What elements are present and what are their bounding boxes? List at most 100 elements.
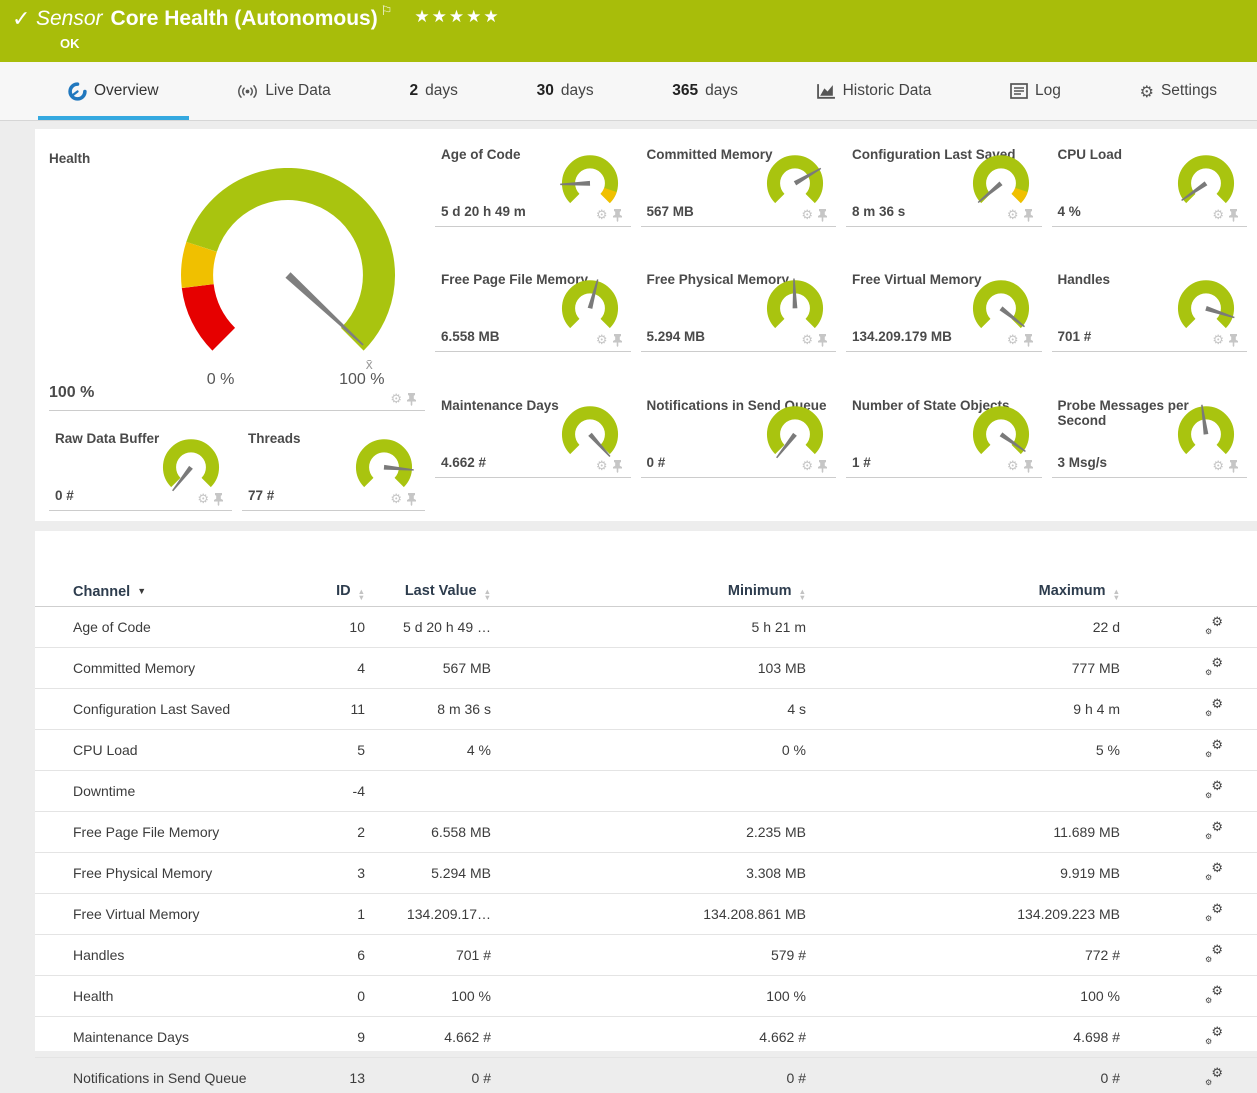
pin-icon[interactable] xyxy=(1023,460,1034,473)
gear-icon[interactable]: ⚙ xyxy=(1212,334,1224,347)
tab-count: 30 xyxy=(537,82,554,100)
sort-icon: ▲▼ xyxy=(799,589,806,600)
channel-settings-icon[interactable]: ⚙⚙ xyxy=(1205,617,1223,635)
cell-id: 11 xyxy=(313,701,365,717)
gear-icon[interactable]: ⚙ xyxy=(390,493,402,506)
tab-live-data[interactable]: Live Data xyxy=(207,62,360,120)
pin-icon[interactable] xyxy=(406,393,417,406)
gauge-tile-notifications-in-send-queue: Notifications in Send Queue 0 # ⚙ xyxy=(641,386,837,478)
pin-icon[interactable] xyxy=(612,209,623,222)
cell-id: 9 xyxy=(313,1029,365,1045)
gear-icon[interactable]: ⚙ xyxy=(801,209,813,222)
column-header-maximum[interactable]: Maximum▲▼ xyxy=(806,583,1120,600)
channel-settings-icon[interactable]: ⚙⚙ xyxy=(1205,945,1223,963)
table-row: Age of Code 10 5 d 20 h 49 … 5 h 21 m 22… xyxy=(35,607,1257,648)
gear-icon[interactable]: ⚙ xyxy=(1212,460,1224,473)
cell-id: 13 xyxy=(313,1070,365,1086)
gauge-value: 1 # xyxy=(852,455,871,470)
cell-maximum: 777 MB xyxy=(806,660,1120,676)
gear-icon[interactable]: ⚙ xyxy=(1007,334,1019,347)
gear-icon[interactable]: ⚙ xyxy=(596,209,608,222)
tab-count: 365 xyxy=(672,82,698,100)
pin-icon[interactable] xyxy=(1228,209,1239,222)
gear-icon: ⚙ xyxy=(1140,82,1154,101)
status-check-icon: ✓ xyxy=(12,6,30,32)
column-header-minimum[interactable]: Minimum▲▼ xyxy=(491,583,806,600)
channels-table: Channel▼ID▲▼Last Value▲▼Minimum▲▼Maximum… xyxy=(35,531,1257,1051)
cell-minimum: 100 % xyxy=(491,988,806,1004)
pin-icon[interactable] xyxy=(213,493,224,506)
gear-icon[interactable]: ⚙ xyxy=(801,334,813,347)
tab-historic-data[interactable]: Historic Data xyxy=(787,62,962,120)
column-header-channel[interactable]: Channel▼ xyxy=(73,584,313,600)
gauge-tile-age-of-code: Age of Code 5 d 20 h 49 m ⚙ xyxy=(435,135,631,227)
pin-icon[interactable] xyxy=(817,334,828,347)
tab-2-days[interactable]: 2 days xyxy=(380,62,488,120)
cell-last-value: 100 % xyxy=(365,988,491,1004)
mini-gauge xyxy=(758,276,832,343)
cell-channel: Free Virtual Memory xyxy=(73,906,313,922)
gauge-tile-handles: Handles 701 # ⚙ xyxy=(1052,260,1248,352)
cell-minimum: 103 MB xyxy=(491,660,806,676)
mini-gauge xyxy=(1169,151,1243,218)
pin-icon[interactable] xyxy=(1228,334,1239,347)
pin-icon[interactable] xyxy=(406,493,417,506)
gauge-needle xyxy=(285,272,365,348)
tab-log[interactable]: Log xyxy=(980,62,1091,120)
gear-icon[interactable]: ⚙ xyxy=(390,393,402,406)
sort-icon: ▲▼ xyxy=(1113,589,1120,600)
gauge-tile-committed-memory: Committed Memory 567 MB ⚙ xyxy=(641,135,837,227)
pin-icon[interactable] xyxy=(817,209,828,222)
channel-settings-icon[interactable]: ⚙⚙ xyxy=(1205,1027,1223,1045)
table-row: Free Physical Memory 3 5.294 MB 3.308 MB… xyxy=(35,853,1257,894)
pin-icon[interactable] xyxy=(817,460,828,473)
gear-icon[interactable]: ⚙ xyxy=(596,334,608,347)
gauge-min-label: 0 % xyxy=(207,370,235,388)
channel-settings-icon[interactable]: ⚙⚙ xyxy=(1205,863,1223,881)
channel-settings-icon[interactable]: ⚙⚙ xyxy=(1205,986,1223,1004)
cell-last-value: 4 % xyxy=(365,742,491,758)
gauge-value: 5.294 MB xyxy=(647,329,706,344)
cell-minimum: 2.235 MB xyxy=(491,824,806,840)
gear-icon[interactable]: ⚙ xyxy=(1007,209,1019,222)
cell-channel: Notifications in Send Queue xyxy=(73,1070,313,1086)
gauge-max-label: 100 % xyxy=(339,370,384,388)
sensor-header: ✓ SensorCore Health (Autonomous)⚐★★★★★ O… xyxy=(0,0,1257,62)
gear-icon[interactable]: ⚙ xyxy=(1212,209,1224,222)
column-header-id[interactable]: ID▲▼ xyxy=(313,583,365,600)
channel-settings-icon[interactable]: ⚙⚙ xyxy=(1205,822,1223,840)
table-row: Health 0 100 % 100 % 100 % ⚙⚙ xyxy=(35,976,1257,1017)
mini-gauge xyxy=(758,402,832,469)
channel-settings-icon[interactable]: ⚙⚙ xyxy=(1205,1068,1223,1086)
gauge-value: 6.558 MB xyxy=(441,329,500,344)
mini-gauge xyxy=(154,435,228,502)
gauge-value: 567 MB xyxy=(647,204,694,219)
pin-icon[interactable] xyxy=(1228,460,1239,473)
mini-gauge xyxy=(553,151,627,218)
channel-settings-icon[interactable]: ⚙⚙ xyxy=(1205,699,1223,717)
tab-overview[interactable]: Overview xyxy=(38,62,189,120)
gear-icon[interactable]: ⚙ xyxy=(596,460,608,473)
channel-settings-icon[interactable]: ⚙⚙ xyxy=(1205,904,1223,922)
gear-icon[interactable]: ⚙ xyxy=(1007,460,1019,473)
tab-settings[interactable]: ⚙ Settings xyxy=(1110,62,1247,120)
channel-settings-icon[interactable]: ⚙⚙ xyxy=(1205,740,1223,758)
pin-icon[interactable] xyxy=(612,334,623,347)
pin-icon[interactable] xyxy=(1023,334,1034,347)
tab-365-days[interactable]: 365 days xyxy=(642,62,768,120)
gear-icon[interactable]: ⚙ xyxy=(801,460,813,473)
priority-stars[interactable]: ★★★★★ xyxy=(414,7,500,26)
column-header-last-value[interactable]: Last Value▲▼ xyxy=(365,583,491,600)
gear-icon[interactable]: ⚙ xyxy=(197,493,209,506)
cell-last-value: 4.662 # xyxy=(365,1029,491,1045)
channel-settings-icon[interactable]: ⚙⚙ xyxy=(1205,781,1223,799)
mini-gauge xyxy=(347,435,421,502)
gauge-value: 5 d 20 h 49 m xyxy=(441,204,526,219)
cell-minimum: 5 h 21 m xyxy=(491,619,806,635)
pin-icon[interactable] xyxy=(1023,209,1034,222)
channel-settings-icon[interactable]: ⚙⚙ xyxy=(1205,658,1223,676)
pin-icon[interactable] xyxy=(612,460,623,473)
tab-label: Log xyxy=(1035,82,1061,100)
tab-label: days xyxy=(561,82,594,100)
tab-30-days[interactable]: 30 days xyxy=(507,62,624,120)
